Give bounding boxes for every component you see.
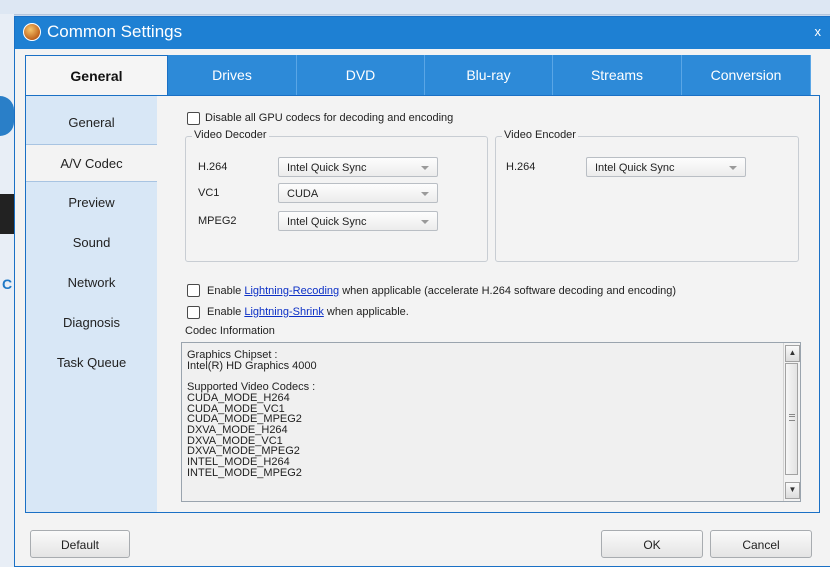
scroll-up-icon[interactable]: ▲ — [785, 345, 800, 362]
chevron-down-icon — [421, 220, 429, 224]
window-title: Common Settings — [47, 22, 183, 41]
tab-drives[interactable]: Drives — [168, 55, 297, 95]
tab-dvd[interactable]: DVD — [297, 55, 425, 95]
common-settings-dialog: Common Settings x General Drives DVD Blu… — [14, 16, 830, 567]
video-decoder-title: Video Decoder — [192, 129, 269, 141]
app-logo-icon — [23, 23, 41, 41]
video-encoder-group: Video Encoder H.264 Intel Quick Sync — [495, 129, 799, 262]
title-bar: Common Settings x — [15, 17, 830, 49]
shrink-suffix: when applicable. — [326, 306, 409, 318]
encoder-h264-value: Intel Quick Sync — [595, 162, 675, 174]
sidebar-item-preview[interactable]: Preview — [26, 184, 157, 222]
lightning-recoding-checkbox[interactable] — [187, 284, 200, 297]
grip-icon — [789, 414, 795, 421]
decoder-mpeg2-label: MPEG2 — [198, 215, 237, 227]
disable-gpu-checkbox[interactable] — [187, 112, 200, 125]
cancel-button[interactable]: Cancel — [710, 530, 812, 558]
background-app-toolbar — [0, 0, 830, 15]
sidebar-item-general[interactable]: General — [26, 104, 157, 142]
decoder-vc1-select[interactable]: CUDA — [278, 183, 438, 203]
sidebar-item-av-codec[interactable]: A/V Codec — [26, 144, 157, 182]
background-decoration — [0, 96, 14, 136]
decoder-h264-label: H.264 — [198, 161, 228, 173]
sidebar-item-sound[interactable]: Sound — [26, 224, 157, 262]
ok-button[interactable]: OK — [601, 530, 703, 558]
decoder-mpeg2-value: Intel Quick Sync — [287, 216, 367, 228]
encoder-h264-label: H.264 — [506, 161, 536, 173]
sidebar: General A/V Codec Preview Sound Network … — [26, 96, 157, 512]
tab-blu-ray[interactable]: Blu-ray — [425, 55, 553, 95]
lightning-recoding-label: Enable Lightning-Recoding when applicabl… — [207, 285, 676, 297]
enable-text: Enable — [207, 306, 242, 318]
av-codec-page: Disable all GPU codecs for decoding and … — [157, 96, 819, 512]
background-decoration — [0, 194, 14, 234]
tab-bar: General Drives DVD Blu-ray Streams Conve… — [25, 55, 820, 95]
codec-info-text: Graphics Chipset : Intel(R) HD Graphics … — [187, 349, 317, 479]
lightning-shrink-link[interactable]: Lightning-Shrink — [244, 306, 324, 318]
recoding-suffix: when applicable (accelerate H.264 softwa… — [342, 285, 677, 297]
decoder-vc1-label: VC1 — [198, 187, 220, 199]
decoder-h264-select[interactable]: Intel Quick Sync — [278, 157, 438, 177]
lightning-shrink-checkbox[interactable] — [187, 306, 200, 319]
codec-info-box: Graphics Chipset : Intel(R) HD Graphics … — [181, 342, 801, 502]
close-button[interactable]: x — [815, 24, 822, 39]
tab-streams[interactable]: Streams — [553, 55, 682, 95]
decoder-h264-value: Intel Quick Sync — [287, 162, 367, 174]
video-decoder-group: Video Decoder H.264 Intel Quick Sync VC1… — [185, 129, 488, 262]
codec-info-scrollbar[interactable]: ▲ ▼ — [783, 343, 800, 501]
chevron-down-icon — [729, 166, 737, 170]
chevron-down-icon — [421, 166, 429, 170]
settings-panel: General A/V Codec Preview Sound Network … — [25, 95, 820, 513]
enable-text: Enable — [207, 285, 242, 297]
video-encoder-title: Video Encoder — [502, 129, 578, 141]
sidebar-item-task-queue[interactable]: Task Queue — [26, 344, 157, 382]
background-letter: C — [2, 276, 13, 292]
decoder-mpeg2-select[interactable]: Intel Quick Sync — [278, 211, 438, 231]
sidebar-item-network[interactable]: Network — [26, 264, 157, 302]
sidebar-item-diagnosis[interactable]: Diagnosis — [26, 304, 157, 342]
encoder-h264-select[interactable]: Intel Quick Sync — [586, 157, 746, 177]
tab-general[interactable]: General — [25, 55, 168, 95]
default-button[interactable]: Default — [30, 530, 130, 558]
scroll-down-icon[interactable]: ▼ — [785, 482, 800, 499]
codec-info-label: Codec Information — [185, 325, 275, 337]
background-app-panel: C — [0, 14, 14, 567]
disable-gpu-label: Disable all GPU codecs for decoding and … — [205, 112, 454, 124]
decoder-vc1-value: CUDA — [287, 188, 319, 200]
lightning-recoding-link[interactable]: Lightning-Recoding — [244, 285, 339, 297]
tab-conversion[interactable]: Conversion — [682, 55, 811, 95]
chevron-down-icon — [421, 192, 429, 196]
scroll-thumb[interactable] — [785, 363, 798, 475]
lightning-shrink-label: Enable Lightning-Shrink when applicable. — [207, 306, 409, 318]
